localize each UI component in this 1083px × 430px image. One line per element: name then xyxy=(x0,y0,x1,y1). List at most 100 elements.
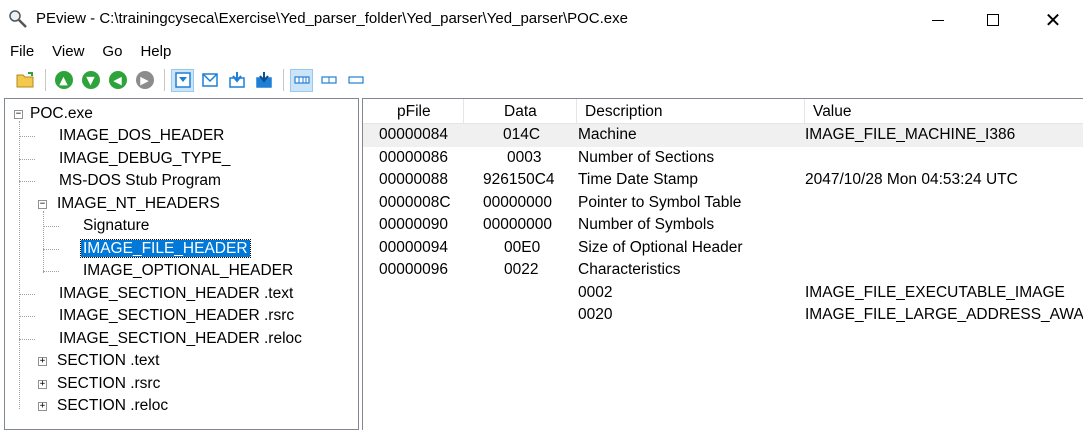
table-row[interactable]: 00000086 0003 Number of Sections xyxy=(363,147,1083,170)
layout-narrow-button[interactable] xyxy=(344,69,367,92)
menu-file[interactable]: File xyxy=(0,43,42,60)
view-qword-button[interactable] xyxy=(252,69,275,92)
menu-bar: File View Go Help xyxy=(0,40,1083,62)
cell-pfile: 00000088 xyxy=(379,171,448,188)
cell-value: IMAGE_FILE_EXECUTABLE_IMAGE xyxy=(805,283,1065,301)
go-up-button[interactable]: ▲ xyxy=(52,69,75,92)
arrow-back-icon: ◀ xyxy=(108,71,127,89)
cell-data: 0003 xyxy=(507,148,542,166)
arrow-down-icon: ▼ xyxy=(81,71,100,89)
open-file-button[interactable] xyxy=(14,69,37,92)
table-row[interactable]: 0002 IMAGE_FILE_EXECUTABLE_IMAGE xyxy=(363,282,1083,305)
cell-value xyxy=(805,237,1083,260)
cell-data: 00E0 xyxy=(504,238,541,256)
cell-value xyxy=(805,214,1083,237)
expand-icon[interactable]: + xyxy=(38,357,47,366)
open-folder-icon xyxy=(16,72,33,88)
cell-data: 926150C4 xyxy=(483,171,555,188)
tree-item-image-optional-header[interactable]: IMAGE_OPTIONAL_HEADER xyxy=(81,260,295,282)
menu-go[interactable]: Go xyxy=(92,43,130,60)
go-down-button[interactable]: ▼ xyxy=(79,69,102,92)
column-header-description[interactable]: Description xyxy=(577,99,805,124)
tree-connector xyxy=(19,294,35,295)
tree-item-label: MS-DOS Stub Program xyxy=(59,172,221,189)
cell-data: 014C xyxy=(503,126,541,143)
maximize-button[interactable] xyxy=(970,0,1016,40)
cell-value xyxy=(805,192,1083,215)
table-row[interactable]: 00000094 00E0 Size of Optional Header xyxy=(363,237,1083,260)
view-word-icon xyxy=(201,73,218,87)
go-back-button[interactable]: ◀ xyxy=(106,69,129,92)
tree-item-section-text[interactable]: + SECTION .text xyxy=(38,350,162,372)
view-word-button[interactable] xyxy=(198,69,221,92)
table-row[interactable]: 0000008C 00000000 Pointer to Symbol Tabl… xyxy=(363,192,1083,215)
tree-item-label: IMAGE_NT_HEADERS xyxy=(57,195,220,212)
tree-item-image-file-header[interactable]: IMAGE_FILE_HEADER xyxy=(80,238,251,260)
menu-view[interactable]: View xyxy=(42,43,92,60)
tree-item-section-header-reloc[interactable]: IMAGE_SECTION_HEADER .reloc xyxy=(57,328,304,350)
tree-item-image-nt-headers[interactable]: − IMAGE_NT_HEADERS xyxy=(38,193,222,215)
tree-connector xyxy=(43,249,59,250)
collapse-icon[interactable]: − xyxy=(38,200,47,209)
table-row[interactable]: 00000090 00000000 Number of Symbols xyxy=(363,214,1083,237)
view-byte-button[interactable] xyxy=(171,68,194,92)
tree-connector xyxy=(19,136,35,137)
tree-item-label: IMAGE_FILE_HEADER xyxy=(80,239,251,258)
tree-item-image-debug-type[interactable]: IMAGE_DEBUG_TYPE_ xyxy=(57,148,232,170)
tree-item-label: IMAGE_SECTION_HEADER .text xyxy=(59,285,294,302)
tree-view[interactable]: − POC.exe IMAGE_DOS_HEADER IMAGE_DEBUG_T… xyxy=(4,98,359,430)
layout-medium-button[interactable] xyxy=(317,69,340,92)
collapse-icon[interactable]: − xyxy=(14,110,23,119)
view-dword-button[interactable] xyxy=(225,69,248,92)
tree-item-section-header-rsrc[interactable]: IMAGE_SECTION_HEADER .rsrc xyxy=(57,305,296,327)
cell-value: IMAGE_FILE_MACHINE_I386 xyxy=(805,126,1016,143)
table-row[interactable]: 00000084 014C Machine IMAGE_FILE_MACHINE… xyxy=(363,124,1083,147)
title-bar: PEview - C:\trainingcyseca\Exercise\Yed_… xyxy=(0,0,1083,40)
table-row[interactable]: 00000088 926150C4 Time Date Stamp 2047/1… xyxy=(363,169,1083,192)
toolbar: ▲ ▼ ◀ ▶ xyxy=(0,64,1083,96)
arrow-up-icon: ▲ xyxy=(54,71,73,89)
tree-connector xyxy=(43,226,59,227)
cell-description: 0002 xyxy=(578,283,613,301)
minimize-button[interactable] xyxy=(915,0,961,40)
view-byte-icon xyxy=(174,72,191,88)
tree-item-section-header-text[interactable]: IMAGE_SECTION_HEADER .text xyxy=(57,283,295,305)
tree-item-label: IMAGE_SECTION_HEADER .rsrc xyxy=(59,307,295,324)
cell-description: Machine xyxy=(578,126,637,143)
column-header-data[interactable]: Data xyxy=(464,99,577,124)
view-qword-icon xyxy=(255,72,272,88)
tree-item-label: POC.exe xyxy=(30,105,93,122)
tree-item-ms-dos-stub[interactable]: MS-DOS Stub Program xyxy=(57,170,223,192)
menu-help[interactable]: Help xyxy=(130,43,179,60)
cell-pfile: 00000096 xyxy=(379,261,448,278)
table-header: pFile Data Description Value xyxy=(363,99,1083,124)
cell-description: Time Date Stamp xyxy=(578,171,699,188)
close-button[interactable]: ✕ xyxy=(1030,0,1076,40)
tree-item-poc-exe[interactable]: − POC.exe xyxy=(14,103,95,125)
cell-data: 00000000 xyxy=(483,193,552,211)
column-header-pfile[interactable]: pFile xyxy=(363,99,464,124)
table-row[interactable]: 00000096 0022 Characteristics xyxy=(363,259,1083,282)
go-forward-button[interactable]: ▶ xyxy=(133,69,156,92)
tree-item-image-dos-header[interactable]: IMAGE_DOS_HEADER xyxy=(57,125,226,147)
tree-item-section-rsrc[interactable]: + SECTION .rsrc xyxy=(38,373,162,395)
table-row[interactable]: 0020 IMAGE_FILE_LARGE_ADDRESS_AWARE xyxy=(363,304,1083,327)
layout-wide-button[interactable] xyxy=(290,68,313,92)
tree-connector xyxy=(19,121,20,409)
cell-description: 0020 xyxy=(578,306,613,323)
tree-connector xyxy=(19,339,35,340)
tree-item-label: IMAGE_OPTIONAL_HEADER xyxy=(83,262,294,279)
magnifier-app-icon xyxy=(8,9,28,29)
column-header-value[interactable]: Value xyxy=(805,99,1083,124)
view-dword-icon xyxy=(228,72,245,88)
cell-value: IMAGE_FILE_LARGE_ADDRESS_AWARE xyxy=(805,306,1083,323)
expand-icon[interactable]: + xyxy=(38,380,47,389)
tree-item-signature[interactable]: Signature xyxy=(81,215,151,237)
tree-connector xyxy=(43,211,44,273)
cell-pfile: 00000084 xyxy=(379,126,448,143)
tree-item-section-reloc[interactable]: + SECTION .reloc xyxy=(38,395,170,417)
cell-description: Characteristics xyxy=(578,261,681,278)
window-title: PEview - C:\trainingcyseca\Exercise\Yed_… xyxy=(36,10,628,27)
expand-icon[interactable]: + xyxy=(38,402,47,411)
tree-item-label: IMAGE_DEBUG_TYPE_ xyxy=(59,150,231,167)
